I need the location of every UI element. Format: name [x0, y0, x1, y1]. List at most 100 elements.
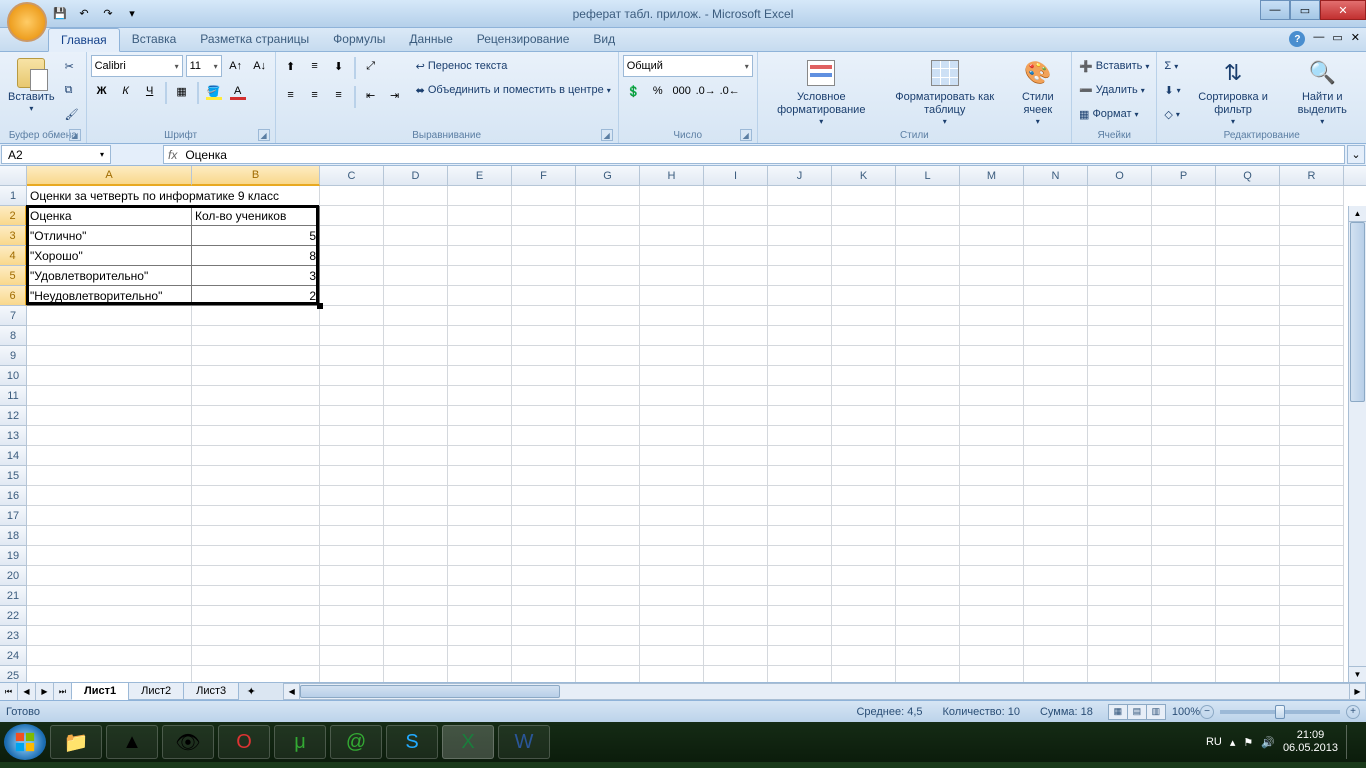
cell-F17[interactable] — [512, 506, 576, 526]
cell-Q16[interactable] — [1216, 486, 1280, 506]
last-sheet-icon[interactable]: ⏭ — [54, 683, 72, 700]
row-header-23[interactable]: 23 — [0, 626, 27, 646]
cell-B21[interactable] — [192, 586, 320, 606]
cell-J16[interactable] — [768, 486, 832, 506]
cell-N14[interactable] — [1024, 446, 1088, 466]
cell-Q22[interactable] — [1216, 606, 1280, 626]
cell-A22[interactable] — [27, 606, 192, 626]
align-dialog-icon[interactable]: ◢ — [601, 129, 613, 141]
cell-D4[interactable] — [384, 246, 448, 266]
increase-indent-icon[interactable]: ⇥ — [384, 84, 406, 106]
cell-H8[interactable] — [640, 326, 704, 346]
cell-P25[interactable] — [1152, 666, 1216, 682]
col-header-O[interactable]: O — [1088, 166, 1152, 185]
tray-clock[interactable]: 21:09 06.05.2013 — [1283, 729, 1338, 755]
format-painter-button[interactable]: 🖌 — [62, 103, 82, 125]
cell-J23[interactable] — [768, 626, 832, 646]
cell-E23[interactable] — [448, 626, 512, 646]
cell-J14[interactable] — [768, 446, 832, 466]
row-header-8[interactable]: 8 — [0, 326, 27, 346]
cell-G13[interactable] — [576, 426, 640, 446]
cell-R15[interactable] — [1280, 466, 1344, 486]
cell-E22[interactable] — [448, 606, 512, 626]
cell-L5[interactable] — [896, 266, 960, 286]
cell-H20[interactable] — [640, 566, 704, 586]
cell-A9[interactable] — [27, 346, 192, 366]
help-icon[interactable]: ? — [1289, 31, 1305, 47]
cell-A4[interactable]: "Хорошо" — [27, 246, 192, 266]
cell-E12[interactable] — [448, 406, 512, 426]
cell-M1[interactable] — [960, 186, 1024, 206]
cell-P1[interactable] — [1152, 186, 1216, 206]
cell-H18[interactable] — [640, 526, 704, 546]
select-all-corner[interactable] — [0, 166, 27, 185]
taskbar-skype-icon[interactable]: S — [386, 725, 438, 759]
cell-M4[interactable] — [960, 246, 1024, 266]
cell-B5[interactable]: 3 — [192, 266, 320, 286]
cell-P5[interactable] — [1152, 266, 1216, 286]
cell-E11[interactable] — [448, 386, 512, 406]
cell-M13[interactable] — [960, 426, 1024, 446]
cell-A2[interactable]: Оценка — [27, 206, 192, 226]
cell-C13[interactable] — [320, 426, 384, 446]
cell-M12[interactable] — [960, 406, 1024, 426]
cell-C23[interactable] — [320, 626, 384, 646]
cell-F16[interactable] — [512, 486, 576, 506]
tab-Рецензирование[interactable]: Рецензирование — [465, 28, 582, 51]
cell-G2[interactable] — [576, 206, 640, 226]
align-left-icon[interactable]: ≡ — [280, 84, 302, 106]
col-header-P[interactable]: P — [1152, 166, 1216, 185]
zoom-out-icon[interactable]: − — [1200, 705, 1214, 719]
scroll-down-icon[interactable]: ▼ — [1349, 666, 1366, 682]
cell-H4[interactable] — [640, 246, 704, 266]
name-box[interactable]: A2▾ — [1, 145, 111, 164]
taskbar-utorrent-icon[interactable]: μ — [274, 725, 326, 759]
cell-D17[interactable] — [384, 506, 448, 526]
cell-J15[interactable] — [768, 466, 832, 486]
cell-D1[interactable] — [384, 186, 448, 206]
cell-E3[interactable] — [448, 226, 512, 246]
cell-A20[interactable] — [27, 566, 192, 586]
cell-R17[interactable] — [1280, 506, 1344, 526]
font-color-icon[interactable]: A — [227, 80, 249, 102]
save-icon[interactable]: 💾 — [50, 4, 70, 24]
cell-K16[interactable] — [832, 486, 896, 506]
cell-F13[interactable] — [512, 426, 576, 446]
cell-H19[interactable] — [640, 546, 704, 566]
cell-N8[interactable] — [1024, 326, 1088, 346]
cell-F10[interactable] — [512, 366, 576, 386]
cell-Q24[interactable] — [1216, 646, 1280, 666]
cell-Q14[interactable] — [1216, 446, 1280, 466]
cell-H24[interactable] — [640, 646, 704, 666]
cell-H16[interactable] — [640, 486, 704, 506]
cell-J18[interactable] — [768, 526, 832, 546]
cell-D3[interactable] — [384, 226, 448, 246]
cell-K12[interactable] — [832, 406, 896, 426]
cell-R19[interactable] — [1280, 546, 1344, 566]
cell-F18[interactable] — [512, 526, 576, 546]
row-header-1[interactable]: 1 — [0, 186, 27, 206]
cell-I4[interactable] — [704, 246, 768, 266]
cell-I21[interactable] — [704, 586, 768, 606]
cell-E18[interactable] — [448, 526, 512, 546]
cell-H5[interactable] — [640, 266, 704, 286]
cell-M2[interactable] — [960, 206, 1024, 226]
cell-D11[interactable] — [384, 386, 448, 406]
cell-Q8[interactable] — [1216, 326, 1280, 346]
cell-R24[interactable] — [1280, 646, 1344, 666]
underline-button[interactable]: Ч — [139, 80, 161, 102]
first-sheet-icon[interactable]: ⏮ — [0, 683, 18, 700]
cell-I10[interactable] — [704, 366, 768, 386]
close-button[interactable]: ✕ — [1320, 0, 1366, 20]
cell-N13[interactable] — [1024, 426, 1088, 446]
cell-R22[interactable] — [1280, 606, 1344, 626]
cell-M14[interactable] — [960, 446, 1024, 466]
cell-A25[interactable] — [27, 666, 192, 682]
cell-A11[interactable] — [27, 386, 192, 406]
cell-O22[interactable] — [1088, 606, 1152, 626]
row-header-10[interactable]: 10 — [0, 366, 27, 386]
row-header-4[interactable]: 4 — [0, 246, 27, 266]
cell-L6[interactable] — [896, 286, 960, 306]
cell-G17[interactable] — [576, 506, 640, 526]
cell-I19[interactable] — [704, 546, 768, 566]
